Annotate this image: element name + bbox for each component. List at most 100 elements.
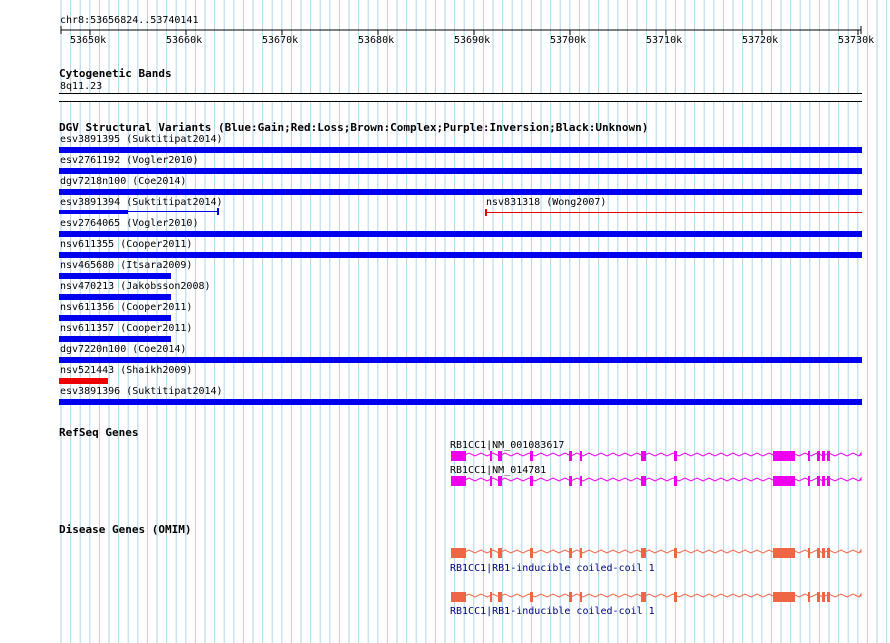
exon-block (530, 451, 533, 461)
dgv-item-bar[interactable] (59, 147, 862, 153)
exon-block (451, 476, 466, 486)
exon-block (498, 451, 502, 461)
ruler-tick-label: 53690k (454, 35, 491, 46)
exon-block (580, 451, 582, 461)
dgv-item-label[interactable]: esv3891396 (Suktitipat2014) (60, 386, 223, 397)
exon-block (641, 451, 646, 461)
dgv-item-bar[interactable] (59, 273, 171, 279)
dgv-item-bar[interactable] (59, 357, 862, 363)
dgv-item-bar[interactable] (59, 315, 171, 321)
exon-block (827, 476, 830, 486)
dgv-item-label[interactable]: dgv7220n100 (Coe2014) (60, 344, 186, 355)
omim-gene-models[interactable] (0, 540, 890, 610)
dgv-item-label[interactable]: nsv470213 (Jakobsson2008) (60, 281, 211, 292)
ruler-tick-label: 53680k (358, 35, 395, 46)
exon-block (822, 548, 825, 558)
refseq-gene-models[interactable] (0, 440, 890, 500)
exon-block (451, 592, 466, 602)
dgv-item-label[interactable]: nsv611357 (Cooper2011) (60, 323, 192, 334)
dgv-item-bar[interactable] (59, 189, 862, 195)
ruler-tick-label: 53670k (262, 35, 299, 46)
dgv-item-label[interactable]: nsv831318 (Wong2007) (486, 197, 606, 208)
refseq-transcript-2 (450, 476, 862, 486)
exon-block (569, 592, 572, 602)
dgv-item-label[interactable]: nsv521443 (Shaikh2009) (60, 365, 192, 376)
exon-block (641, 592, 646, 602)
dgv-item-bar[interactable] (59, 168, 862, 174)
dgv-item-bar[interactable] (59, 231, 862, 237)
exon-block (498, 592, 502, 602)
intron-line (450, 451, 862, 457)
intron-line (450, 476, 862, 482)
exon-block (822, 451, 825, 461)
exon-block (817, 548, 820, 558)
ruler-tick-label: 53700k (550, 35, 587, 46)
dgv-item-label[interactable]: esv3891394 (Suktitipat2014) (60, 197, 223, 208)
dgv-item-label[interactable]: esv2761192 (Vogler2010) (60, 155, 198, 166)
dgv-item-bar[interactable] (59, 294, 171, 300)
dgv-item-label[interactable]: nsv611356 (Cooper2011) (60, 302, 192, 313)
exon-block (822, 476, 825, 486)
dgv-item-label[interactable]: nsv611355 (Cooper2011) (60, 239, 192, 250)
exon-block (569, 451, 572, 461)
exon-block (817, 451, 820, 461)
exon-block (498, 476, 502, 486)
omim-gene-label-1[interactable]: RB1CC1|RB1-inducible coiled-coil 1 (450, 563, 655, 574)
exon-block (580, 592, 582, 602)
exon-block (674, 476, 677, 486)
exon-block (674, 548, 677, 558)
exon-block (490, 592, 492, 602)
omim-gene-2 (450, 592, 862, 602)
intron-line (450, 592, 862, 598)
exon-block (827, 592, 830, 602)
exon-block (817, 476, 820, 486)
ruler-tick-label: 53650k (70, 35, 107, 46)
exon-block (827, 548, 830, 558)
refseq-track-title: RefSeq Genes (59, 426, 139, 439)
omim-track-title: Disease Genes (OMIM) (59, 523, 192, 536)
dgv-item-bar[interactable] (59, 252, 862, 258)
exon-block (822, 592, 825, 602)
dgv-item-bar[interactable] (59, 399, 862, 405)
exon-block (490, 548, 492, 558)
exon-block (808, 592, 810, 602)
exon-block (498, 548, 502, 558)
intron-line (450, 548, 862, 554)
dgv-item-bar[interactable] (486, 212, 862, 213)
exon-block (827, 451, 830, 461)
dgv-item-bar[interactable] (59, 210, 128, 214)
dgv-item-bar-thin[interactable] (128, 211, 218, 212)
omim-gene-1 (450, 548, 862, 558)
exon-block (580, 548, 582, 558)
ruler-tick-label: 53660k (166, 35, 203, 46)
exon-block (451, 548, 466, 558)
exon-block (490, 451, 492, 461)
exon-block (808, 548, 810, 558)
exon-block (569, 476, 572, 486)
dgv-item-label[interactable]: dgv7218n100 (Coe2014) (60, 176, 186, 187)
exon-block (490, 476, 492, 486)
exon-block (808, 451, 810, 461)
exon-block (641, 476, 646, 486)
exon-block (773, 548, 795, 558)
dgv-item-label[interactable]: esv2764065 (Vogler2010) (60, 218, 198, 229)
cytoband-track-title: Cytogenetic Bands (59, 67, 172, 80)
coordinate-ruler[interactable] (0, 0, 890, 60)
omim-gene-label-2[interactable]: RB1CC1|RB1-inducible coiled-coil 1 (450, 606, 655, 617)
dgv-item-label[interactable]: esv3891395 (Suktitipat2014) (60, 134, 223, 145)
exon-block (530, 548, 533, 558)
cytoband-bar[interactable] (59, 93, 862, 102)
exon-block (773, 476, 795, 486)
dgv-item-bar[interactable] (59, 378, 108, 384)
ruler-tick-label: 53720k (742, 35, 779, 46)
exon-block (530, 592, 533, 602)
dgv-track-title: DGV Structural Variants (Blue:Gain;Red:L… (59, 121, 649, 134)
dgv-item-end-cap (217, 208, 219, 215)
dgv-item-label[interactable]: nsv465680 (Itsara2009) (60, 260, 192, 271)
exon-block (451, 451, 466, 461)
exon-block (569, 548, 572, 558)
cytoband-label[interactable]: 8q11.23 (60, 81, 102, 92)
ruler-tick-label: 53710k (646, 35, 683, 46)
dgv-item-bar[interactable] (59, 336, 171, 342)
ruler-tick-label: 53730k (838, 35, 875, 46)
